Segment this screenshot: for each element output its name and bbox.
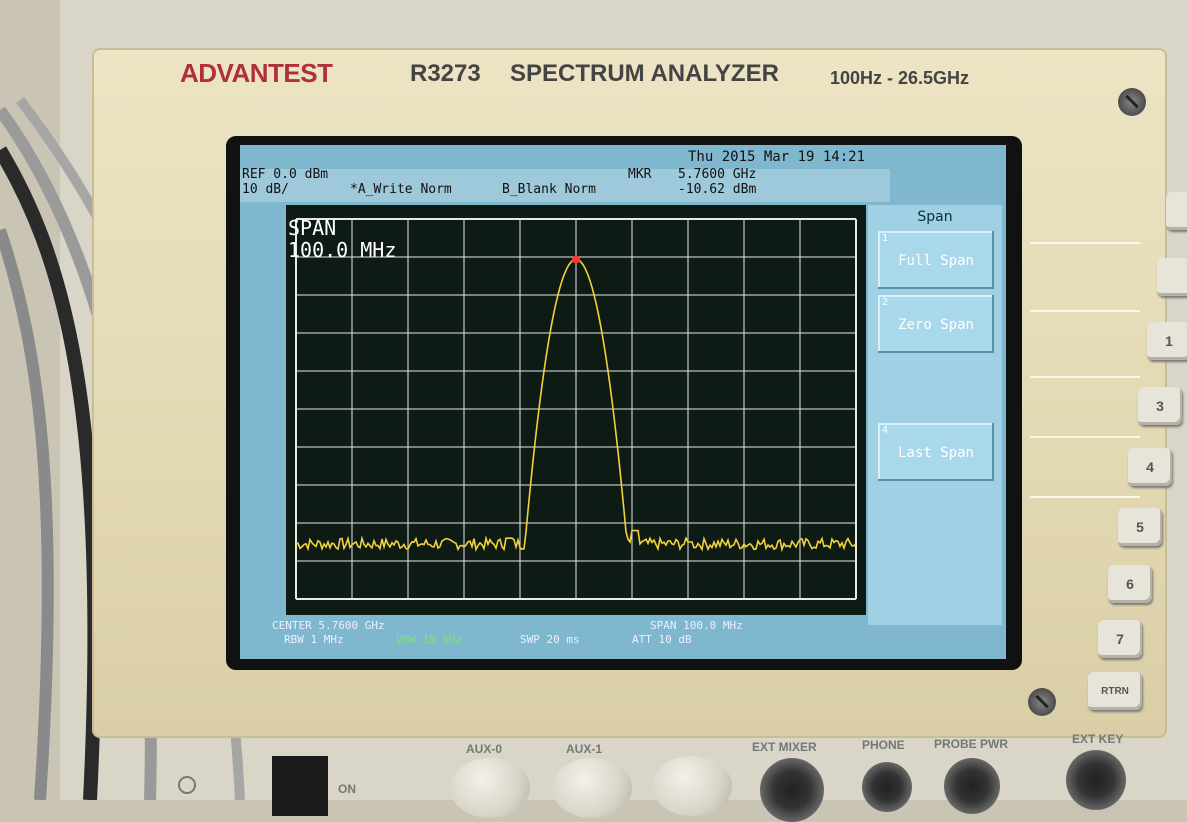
spectrum-plot (286, 205, 866, 615)
marker-level: -10.62 dBm (678, 182, 757, 197)
probe-pwr-label: PROBE PWR (934, 737, 1009, 751)
divider (1030, 310, 1140, 312)
status-footer: CENTER 5.7600 GHz SPAN 100.0 MHz RBW 1 M… (270, 615, 850, 655)
analyzer-screen: Thu 2015 Mar 19 14:21 REF 0.0 dBm 10 dB/… (240, 145, 1006, 659)
phone-label: PHONE (862, 738, 905, 752)
divider (1030, 496, 1140, 498)
zero-span-button[interactable]: 2 Zero Span (878, 295, 994, 353)
trace-a-mode: *A_Write Norm (350, 182, 452, 197)
spectrum-graph (295, 218, 857, 600)
divider (1030, 436, 1140, 438)
key-6[interactable]: 6 (1108, 565, 1152, 603)
key-3[interactable]: 3 (1138, 387, 1182, 425)
key-1[interactable]: 1 (1147, 322, 1187, 360)
rbw: RBW 1 MHz (284, 633, 344, 646)
brand-logo: ADVANTEST (180, 58, 333, 88)
power-icon (178, 776, 196, 794)
trace-b-mode: B_Blank Norm (502, 182, 596, 197)
marker-label: MKR (628, 167, 652, 182)
sweep-time: SWP 20 ms (520, 633, 580, 646)
aux1-label: AUX-1 (566, 742, 603, 756)
softkey-label: Zero Span (898, 317, 974, 333)
marker-dot (572, 255, 580, 264)
blank-knob[interactable] (652, 756, 732, 816)
screw-icon (1118, 88, 1146, 116)
key-7[interactable]: 7 (1098, 620, 1142, 658)
probe-power-jack[interactable] (944, 758, 1000, 814)
screw-icon (1028, 688, 1056, 716)
aux0-label: AUX-0 (466, 742, 503, 756)
power-on-label: ON (338, 782, 356, 796)
center-frequency: CENTER 5.7600 GHz (272, 619, 385, 632)
attenuation: ATT 10 dB (632, 633, 692, 646)
last-span-button[interactable]: 4 Last Span (878, 423, 994, 481)
instrument-title: SPECTRUM ANALYZER (510, 60, 779, 87)
aux1-knob[interactable] (552, 758, 632, 818)
key-4[interactable]: 4 (1128, 448, 1172, 486)
vbw: VBW 10 kHz (396, 633, 463, 646)
span-overlay: SPAN 100.0 MHz (288, 217, 396, 261)
key-5[interactable]: 5 (1118, 508, 1162, 546)
divider (1030, 242, 1140, 244)
frequency-range: 100Hz - 26.5GHz (830, 68, 970, 88)
full-span-button[interactable]: 1 Full Span (878, 231, 994, 289)
softkey-number: 1 (882, 233, 889, 244)
span-overlay-value: 100.0 MHz (288, 238, 397, 262)
softkey-number: 4 (882, 425, 889, 436)
ext-mixer-label: EXT MIXER (752, 740, 817, 754)
phone-jack[interactable] (862, 762, 912, 812)
divider (1030, 376, 1140, 378)
key-blank[interactable] (1157, 258, 1187, 296)
marker-frequency: 5.7600 GHz (678, 167, 757, 182)
span-overlay-title: SPAN (288, 216, 337, 240)
softkey-menu: Span 1 Full Span 2 Zero Span 4 Last Span (868, 205, 1002, 625)
menu-title: Span (917, 209, 953, 225)
datetime: Thu 2015 Mar 19 14:21 (688, 149, 866, 165)
softkey-label: Full Span (898, 253, 974, 269)
ext-key-label: EXT KEY (1072, 732, 1124, 746)
span-value: SPAN 100.0 MHz (650, 619, 743, 632)
softkey-label: Last Span (898, 445, 974, 461)
scale: 10 dB/ (242, 182, 289, 197)
power-switch[interactable] (272, 756, 328, 816)
model-number: R3273 (410, 60, 481, 87)
aux0-knob[interactable] (450, 758, 530, 818)
return-button[interactable]: RTRN (1088, 672, 1142, 710)
key-blank[interactable] (1166, 192, 1187, 230)
ext-key-connector[interactable] (1066, 750, 1126, 810)
ext-mixer-connector[interactable] (760, 758, 824, 822)
softkey-number: 2 (882, 297, 889, 308)
ref-level: REF 0.0 dBm (242, 167, 329, 182)
